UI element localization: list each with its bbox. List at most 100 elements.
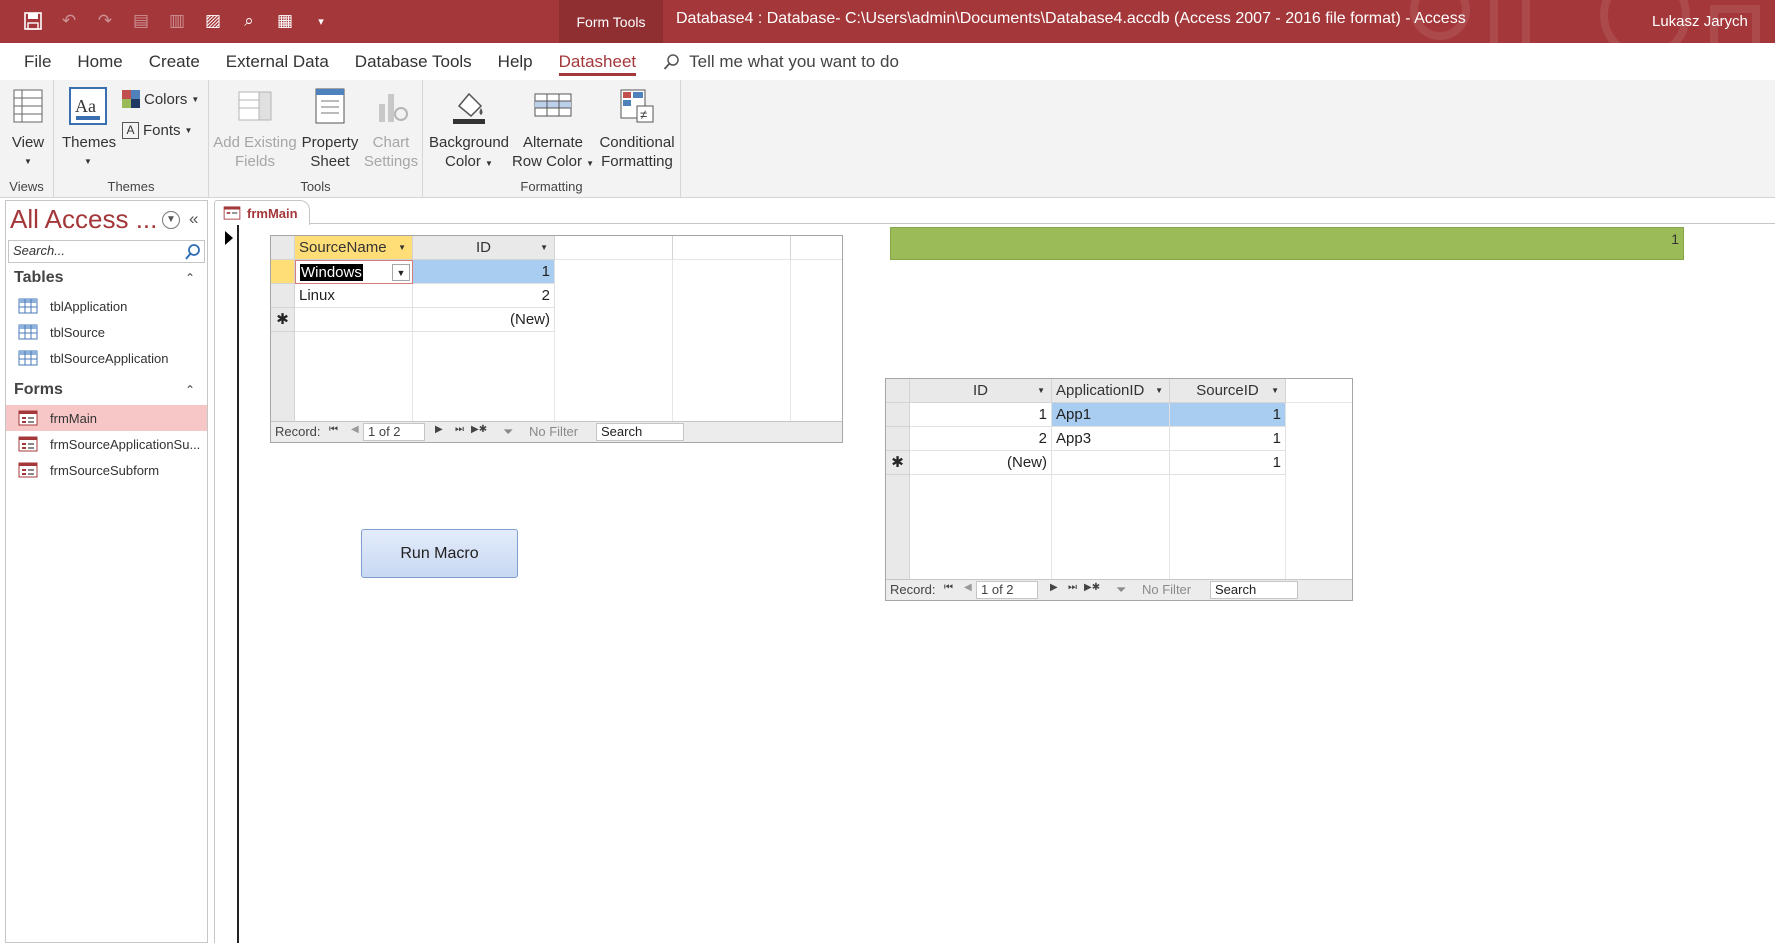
table-cell-id[interactable]: 2 [910,427,1052,451]
tab-help[interactable]: Help [485,43,546,80]
table-cell-id[interactable]: 1 [413,260,555,284]
table-cell-sourcename[interactable]: Windows ▼ [295,260,413,284]
table-cell-id[interactable]: 2 [413,284,555,308]
tab-home[interactable]: Home [64,43,135,80]
nav-item-label: frmSourceApplicationSu... [50,436,201,452]
next-record-icon[interactable]: ▶ [435,424,443,435]
nav-menu-dropdown-icon[interactable]: ▼ [162,211,180,229]
nav-pane-title[interactable]: All Access ... [10,204,157,235]
nav-item-frmmain[interactable]: frmMain [6,405,207,431]
nav-item-tblapplication[interactable]: tblApplication [6,293,207,319]
nav-section-forms[interactable]: Forms ⌃ [6,378,207,402]
no-filter-label[interactable]: No Filter [1142,582,1191,597]
customize-qat-icon[interactable]: ▾ [308,8,334,34]
nav-item-frmsourceapplicationsubform[interactable]: frmSourceApplicationSu... [6,431,207,457]
last-record-icon[interactable]: ⏭ [455,424,464,435]
table-cell-sourcename[interactable] [295,308,413,332]
previous-record-icon[interactable]: ◀ [964,582,972,593]
record-position-input[interactable]: 1 of 2 [363,423,425,441]
new-record-icon[interactable]: ▶✱ [1084,582,1100,593]
next-record-icon[interactable]: ▶ [1050,582,1058,593]
search-icon[interactable] [184,243,202,261]
layout-view-icon[interactable]: ▥ [164,8,190,34]
column-header-sourcename[interactable]: SourceName ▼ [295,236,413,260]
tell-me-box[interactable]: Tell me what you want to do [663,52,899,72]
document-tab-frmmain[interactable]: frmMain [214,200,310,225]
row-selector[interactable] [271,260,295,284]
last-record-icon[interactable]: ⏭ [1068,582,1077,593]
nav-item-tblsource[interactable]: tblSource [6,319,207,345]
table-cell-applicationid[interactable]: App1 [1052,403,1170,427]
colors-button[interactable]: Colors ▼ [122,90,199,108]
nav-item-label: frmMain [50,410,97,426]
new-record-asterisk-icon[interactable]: ✱ [271,308,295,332]
property-sheet-button[interactable]: Property Sheet [299,86,361,171]
table-cell-applicationid[interactable]: App3 [1052,427,1170,451]
nav-item-tblsourceapplication[interactable]: tblSourceApplication [6,345,207,371]
tab-external-data[interactable]: External Data [213,43,342,80]
chart-settings-button[interactable]: Chart Settings [361,86,421,171]
green-textbox[interactable]: 1 [890,227,1684,260]
filter-icon[interactable]: ⏷ [503,424,513,440]
new-record-asterisk-icon[interactable]: ✱ [886,451,910,475]
column-header-id[interactable]: ID ▼ [910,379,1052,403]
table-cell-sourceid[interactable]: 1 [1170,451,1286,475]
first-record-icon[interactable]: ⏮ [329,424,338,435]
table-cell-id[interactable]: (New) [413,308,555,332]
record-position-input[interactable]: 1 of 2 [976,581,1038,599]
tab-file[interactable]: File [0,43,64,80]
navbar-search-input[interactable]: Search [1210,581,1298,599]
add-fields-icon [238,91,272,121]
row-selector[interactable] [886,427,910,451]
chevron-down-icon[interactable]: ▼ [392,264,410,281]
first-record-icon[interactable]: ⏮ [944,582,953,593]
table-cell-sourceid[interactable]: 1 [1170,403,1286,427]
row-selector[interactable] [271,284,295,308]
sort-filter-dropdown-icon[interactable]: ▼ [540,243,548,252]
new-record-icon[interactable]: ▶✱ [471,424,487,435]
table-cell-applicationid[interactable] [1052,451,1170,475]
sort-filter-dropdown-icon[interactable]: ▼ [1155,386,1163,395]
filter-icon[interactable]: ⏷ [1116,582,1126,598]
table-cell-sourceid[interactable]: 1 [1170,427,1286,451]
previous-record-icon[interactable]: ◀ [351,424,359,435]
select-all-corner[interactable] [886,379,910,403]
column-header-sourceid[interactable]: SourceID ▼ [1170,379,1286,403]
undo-icon[interactable]: ↶ [56,8,82,34]
sort-filter-dropdown-icon[interactable]: ▼ [398,243,406,252]
tab-datasheet[interactable]: Datasheet [546,43,650,80]
view-button[interactable]: View ▼ [8,86,48,171]
background-color-button[interactable]: Background Color ▼ [427,86,511,173]
tab-create[interactable]: Create [136,43,213,80]
tab-database-tools[interactable]: Database Tools [342,43,485,80]
print-preview-icon[interactable]: ⌕ [236,8,262,34]
image-icon[interactable]: ▨ [200,8,226,34]
navbar-search-input[interactable]: Search [596,423,684,441]
no-filter-label[interactable]: No Filter [529,424,578,439]
themes-button[interactable]: Aa Themes ▼ [62,86,116,171]
table-cell-id[interactable]: (New) [910,451,1052,475]
fonts-button[interactable]: A Fonts ▼ [122,122,192,139]
sort-filter-dropdown-icon[interactable]: ▼ [1037,386,1045,395]
conditional-formatting-button[interactable]: ≠ Conditional Formatting [595,86,679,171]
sort-filter-dropdown-icon[interactable]: ▼ [1271,386,1279,395]
collapse-pane-icon[interactable]: « [189,209,198,229]
form-record-selector[interactable] [215,225,239,943]
save-icon[interactable] [20,8,46,34]
table-cell-id[interactable]: 1 [910,403,1052,427]
add-existing-fields-button[interactable]: Add Existing Fields [213,86,297,171]
row-selector[interactable] [886,403,910,427]
nav-item-frmsourcesubform[interactable]: frmSourceSubform [6,457,207,483]
user-name[interactable]: Lukasz Jarych [1652,13,1748,30]
form-view-icon[interactable]: ▤ [128,8,154,34]
nav-section-tables[interactable]: Tables ⌃ [6,266,207,290]
alternate-row-color-button[interactable]: Alternate Row Color ▼ [511,86,595,173]
select-all-corner[interactable] [271,236,295,260]
column-header-applicationid[interactable]: ApplicationID ▼ [1052,379,1170,403]
redo-icon[interactable]: ↷ [92,8,118,34]
nav-search-input[interactable]: Search... [8,240,205,263]
column-header-id[interactable]: ID ▼ [413,236,555,260]
run-macro-button[interactable]: Run Macro [361,529,518,578]
datasheet-icon[interactable]: ▦ [272,8,298,34]
table-cell-sourcename[interactable]: Linux [295,284,413,308]
